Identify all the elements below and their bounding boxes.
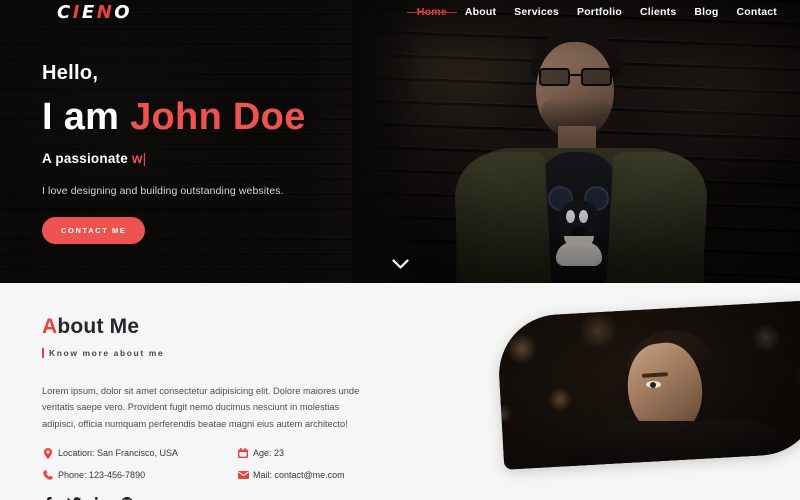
about-paragraph: Lorem ipsum, dolor sit amet consectetur …: [42, 386, 360, 429]
info-item-age: Age: 23: [237, 448, 382, 459]
info-item-mail: Mail: contact@me.com: [237, 470, 382, 480]
contact-me-button[interactable]: CONTACT ME: [42, 216, 146, 244]
calendar-icon: [237, 448, 249, 459]
envelope-icon: [237, 470, 249, 479]
nav-item-about[interactable]: About: [456, 6, 505, 18]
info-item-location: Location: San Francisco, USA: [42, 447, 237, 459]
chevron-down-icon: [391, 259, 409, 269]
hero-role-line: A passionate w|: [42, 151, 306, 166]
about-portrait-photo: [496, 300, 800, 470]
info-label-age: Age: 23: [253, 448, 285, 459]
about-heading: About Me: [42, 309, 157, 341]
logo-letter-o: O: [114, 2, 133, 23]
about-subheading-text: Know more about me: [49, 348, 165, 358]
about-section: About Me Know more about me Lorem ipsum,…: [0, 283, 800, 500]
nav-item-services[interactable]: Services: [505, 6, 568, 18]
nav-item-clients[interactable]: Clients: [631, 6, 685, 18]
about-info-grid: Location: San Francisco, USA Age: 23 Pho…: [42, 447, 382, 480]
info-label-location: Location: San Francisco, USA: [58, 448, 179, 459]
nav-item-home[interactable]: Home: [406, 6, 457, 18]
about-text-column: About Me Know more about me Lorem ipsum,…: [42, 309, 442, 500]
hero-section: CIENO Home About Services Portfolio Clie…: [0, 0, 800, 283]
scroll-down-button[interactable]: [0, 257, 800, 275]
hero-content: Hello, I am John Doe A passionate w| I l…: [42, 62, 306, 244]
phone-icon: [42, 469, 54, 480]
nav-link-list: Home About Services Portfolio Clients Bl…: [406, 6, 786, 18]
typing-caret: |: [142, 150, 147, 166]
hero-name-prefix: I am: [42, 96, 131, 138]
nav-item-blog[interactable]: Blog: [685, 6, 727, 18]
main-navigation: CIENO Home About Services Portfolio Clie…: [0, 0, 800, 29]
hero-role-prefix: A passionate: [42, 150, 132, 166]
about-subheading: Know more about me: [42, 348, 442, 358]
info-label-phone: Phone: 123-456-7890: [58, 469, 146, 480]
accent-bar: [42, 348, 44, 358]
hero-name: John Doe: [130, 96, 306, 138]
about-photo-vignette: [496, 300, 800, 470]
info-label-mail: Mail: contact@me.com: [253, 469, 345, 480]
portfolio-page: CIENO Home About Services Portfolio Clie…: [0, 0, 800, 500]
hero-greeting: Hello,: [42, 62, 99, 84]
logo-letter-c: C: [57, 2, 73, 23]
info-item-phone: Phone: 123-456-7890: [42, 470, 237, 480]
logo-letter-i: I: [72, 2, 82, 23]
about-heading-first-letter: A: [42, 315, 58, 338]
hero-role-typed-text: w: [131, 150, 143, 166]
nav-item-portfolio[interactable]: Portfolio: [568, 6, 631, 18]
logo-letter-e: E: [81, 2, 97, 23]
hero-headline: I am John Doe: [42, 96, 306, 138]
about-heading-rest: bout Me: [57, 315, 140, 338]
hero-description: I love designing and building outstandin…: [42, 184, 284, 197]
nav-item-contact[interactable]: Contact: [728, 6, 786, 18]
site-logo[interactable]: CIENO: [57, 4, 132, 22]
logo-letter-n: N: [96, 2, 115, 23]
map-pin-icon: [42, 447, 54, 459]
